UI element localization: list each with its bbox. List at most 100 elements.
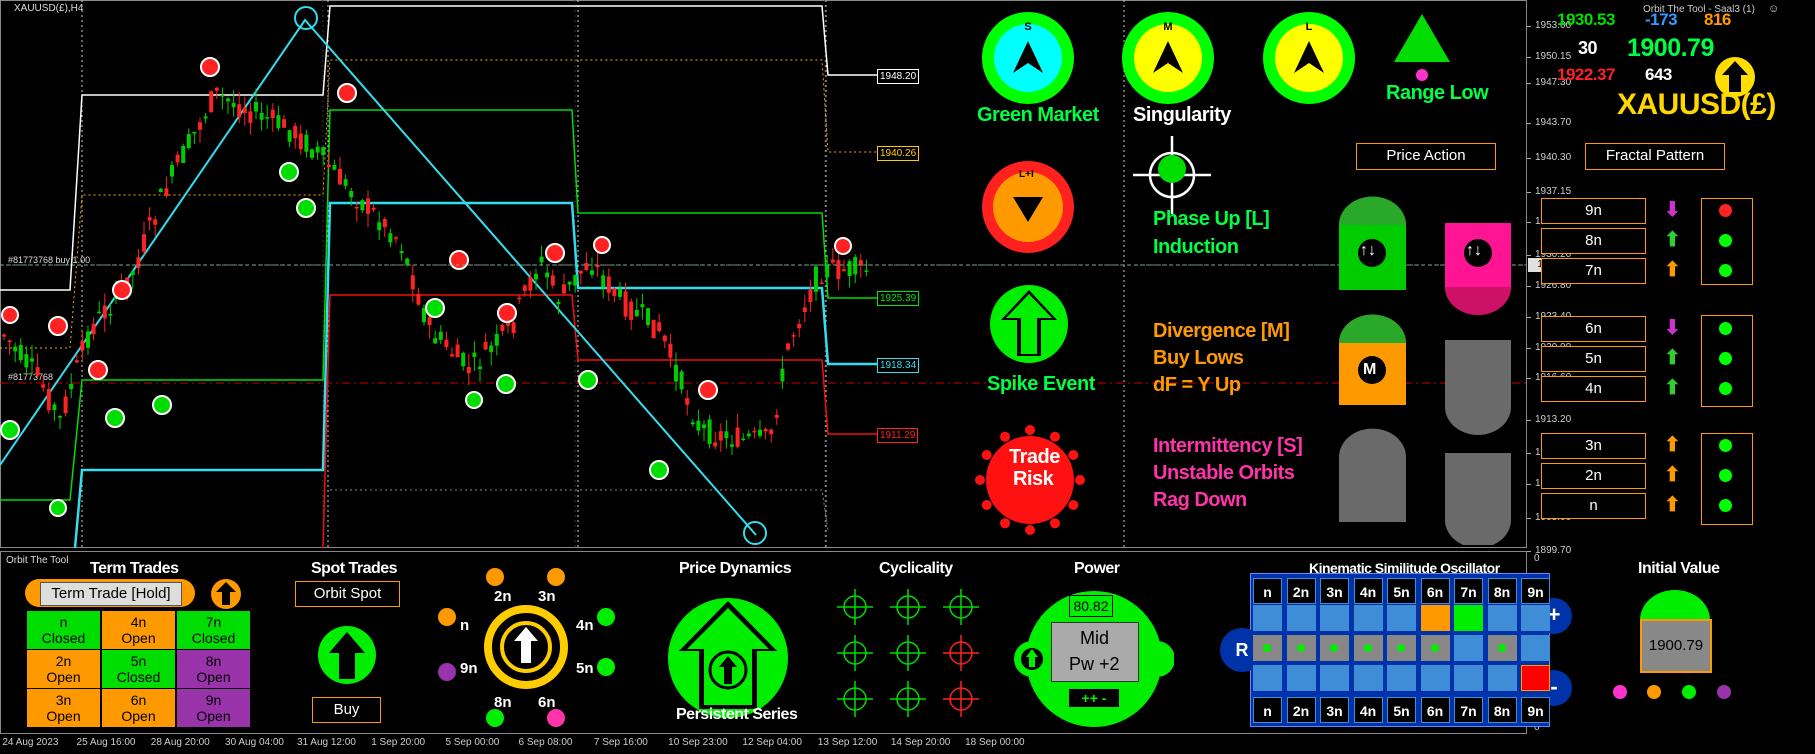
kso-cell[interactable] (1353, 635, 1383, 661)
stat-v1: 1930.53 (1557, 10, 1615, 29)
fractal-row-n[interactable]: n (1541, 493, 1646, 519)
term-trade-cell-2n[interactable]: 2n Open (27, 650, 100, 688)
sell-signal-dot[interactable] (545, 243, 565, 263)
candle-body (830, 259, 835, 263)
kso-cell[interactable] (1286, 605, 1316, 631)
buy-signal-dot[interactable] (296, 198, 316, 218)
price-axis-tick (1527, 57, 1531, 59)
kso-cell[interactable] (1521, 665, 1550, 691)
orbit-spot-button[interactable]: Orbit Spot (295, 581, 400, 607)
fractal-row-8n[interactable]: 8n (1541, 228, 1646, 254)
candle-body (265, 117, 270, 119)
kso-header-2n: 2n (1286, 578, 1316, 604)
sell-signal-dot[interactable] (1, 306, 19, 324)
kso-cell[interactable] (1286, 635, 1316, 661)
price-axis-tick (1527, 255, 1531, 257)
buy-signal-dot[interactable] (649, 460, 669, 480)
kso-cell[interactable] (1420, 635, 1450, 661)
kso-cell[interactable] (1320, 665, 1349, 691)
kso-cell[interactable] (1387, 605, 1416, 631)
price-action-header[interactable]: Price Action (1356, 143, 1496, 170)
candle-body (338, 168, 342, 185)
kso-cell[interactable] (1253, 665, 1282, 691)
term-trade-cell-5n[interactable]: 5n Closed (102, 650, 175, 688)
cyclicality-marker (837, 681, 873, 717)
kso-cell[interactable] (1387, 665, 1416, 691)
term-trade-hold-button[interactable]: Term Trade [Hold] (40, 582, 182, 606)
fractal-row-7n[interactable]: 7n (1541, 258, 1646, 284)
candle-body (13, 346, 18, 352)
candle-body (478, 366, 482, 370)
cyclicality-marker (837, 635, 873, 671)
candle-body (858, 260, 863, 266)
lplus-i-label: L+I (1019, 169, 1034, 180)
time-axis-label: 25 Aug 16:00 (76, 737, 136, 748)
sell-signal-dot[interactable] (593, 236, 611, 254)
fractal-row-2n[interactable]: 2n (1541, 463, 1646, 489)
buy-signal-dot[interactable] (425, 298, 445, 318)
sell-signal-dot[interactable] (48, 316, 68, 336)
sell-signal-dot[interactable] (88, 360, 108, 380)
term-trade-cell-4n[interactable]: 4n Open (102, 611, 175, 649)
sell-signal-dot[interactable] (200, 57, 220, 77)
kso-cell[interactable] (1454, 665, 1483, 691)
buy-signal-dot[interactable] (105, 408, 125, 428)
kso-cell[interactable] (1320, 605, 1349, 631)
candle-body (343, 179, 348, 186)
buy-signal-dot[interactable] (578, 370, 598, 390)
term-trade-cell-3n[interactable]: 3n Open (27, 689, 100, 727)
kso-cell[interactable] (1420, 605, 1450, 631)
power-mid-line2: Pw +2 (1069, 654, 1120, 674)
fractal-row-9n[interactable]: 9n (1541, 198, 1646, 224)
kso-cell[interactable] (1286, 665, 1316, 691)
fractal-pattern-header[interactable]: Fractal Pattern (1585, 143, 1725, 170)
kso-cell[interactable] (1521, 605, 1550, 631)
arrow-marker-icon[interactable] (294, 6, 318, 30)
candle-body (489, 345, 494, 353)
kso-cell[interactable] (1420, 665, 1450, 691)
buy-signal-dot[interactable] (465, 391, 483, 409)
term-trade-cell-9n[interactable]: 9n Open (177, 689, 250, 727)
candle-body (170, 165, 174, 177)
kso-cell[interactable] (1353, 665, 1383, 691)
buy-signal-dot[interactable] (496, 374, 516, 394)
kso-cell[interactable] (1487, 635, 1517, 661)
kso-cell[interactable] (1454, 635, 1483, 661)
term-trade-cell-6n[interactable]: 6n Open (102, 689, 175, 727)
sell-signal-dot[interactable] (834, 237, 852, 255)
buy-signal-dot[interactable] (279, 162, 299, 182)
kso-cell[interactable] (1454, 605, 1483, 631)
kso-cell[interactable] (1353, 605, 1383, 631)
term-trade-cell-7n[interactable]: 7n Closed (177, 611, 250, 649)
buy-signal-dot[interactable] (49, 499, 67, 517)
kso-cell[interactable] (1253, 635, 1282, 661)
sell-signal-dot[interactable] (698, 380, 718, 400)
kso-cell[interactable] (1253, 605, 1282, 631)
fractal-row-5n[interactable]: 5n (1541, 346, 1646, 372)
buy-signal-dot[interactable] (152, 395, 172, 415)
kso-cell[interactable] (1487, 665, 1517, 691)
fractal-row-4n[interactable]: 4n (1541, 376, 1646, 402)
sell-signal-dot[interactable] (112, 280, 132, 300)
candle-body (786, 343, 790, 350)
sell-signal-dot[interactable] (449, 250, 469, 270)
kso-cell[interactable] (1487, 605, 1517, 631)
candle-body (584, 262, 589, 271)
buy-signal-dot[interactable] (0, 420, 20, 440)
fractal-row-6n[interactable]: 6n (1541, 316, 1646, 342)
term-trade-cell-n[interactable]: n Closed (27, 611, 100, 649)
kso-cell[interactable] (1320, 635, 1349, 661)
time-axis-label: 31 Aug 12:00 (296, 737, 356, 748)
kso-cell[interactable] (1521, 635, 1550, 661)
sell-signal-dot[interactable] (497, 303, 517, 323)
buy-button[interactable]: Buy (312, 697, 381, 723)
candle-body (276, 115, 281, 129)
fractal-row-3n[interactable]: 3n (1541, 433, 1646, 459)
candle-body (209, 91, 214, 113)
candle-body (349, 190, 354, 198)
sell-signal-dot[interactable] (337, 83, 357, 103)
candle-body (52, 404, 57, 411)
candle-body (69, 383, 74, 390)
kso-cell[interactable] (1387, 635, 1416, 661)
term-trade-cell-8n[interactable]: 8n Open (177, 650, 250, 688)
